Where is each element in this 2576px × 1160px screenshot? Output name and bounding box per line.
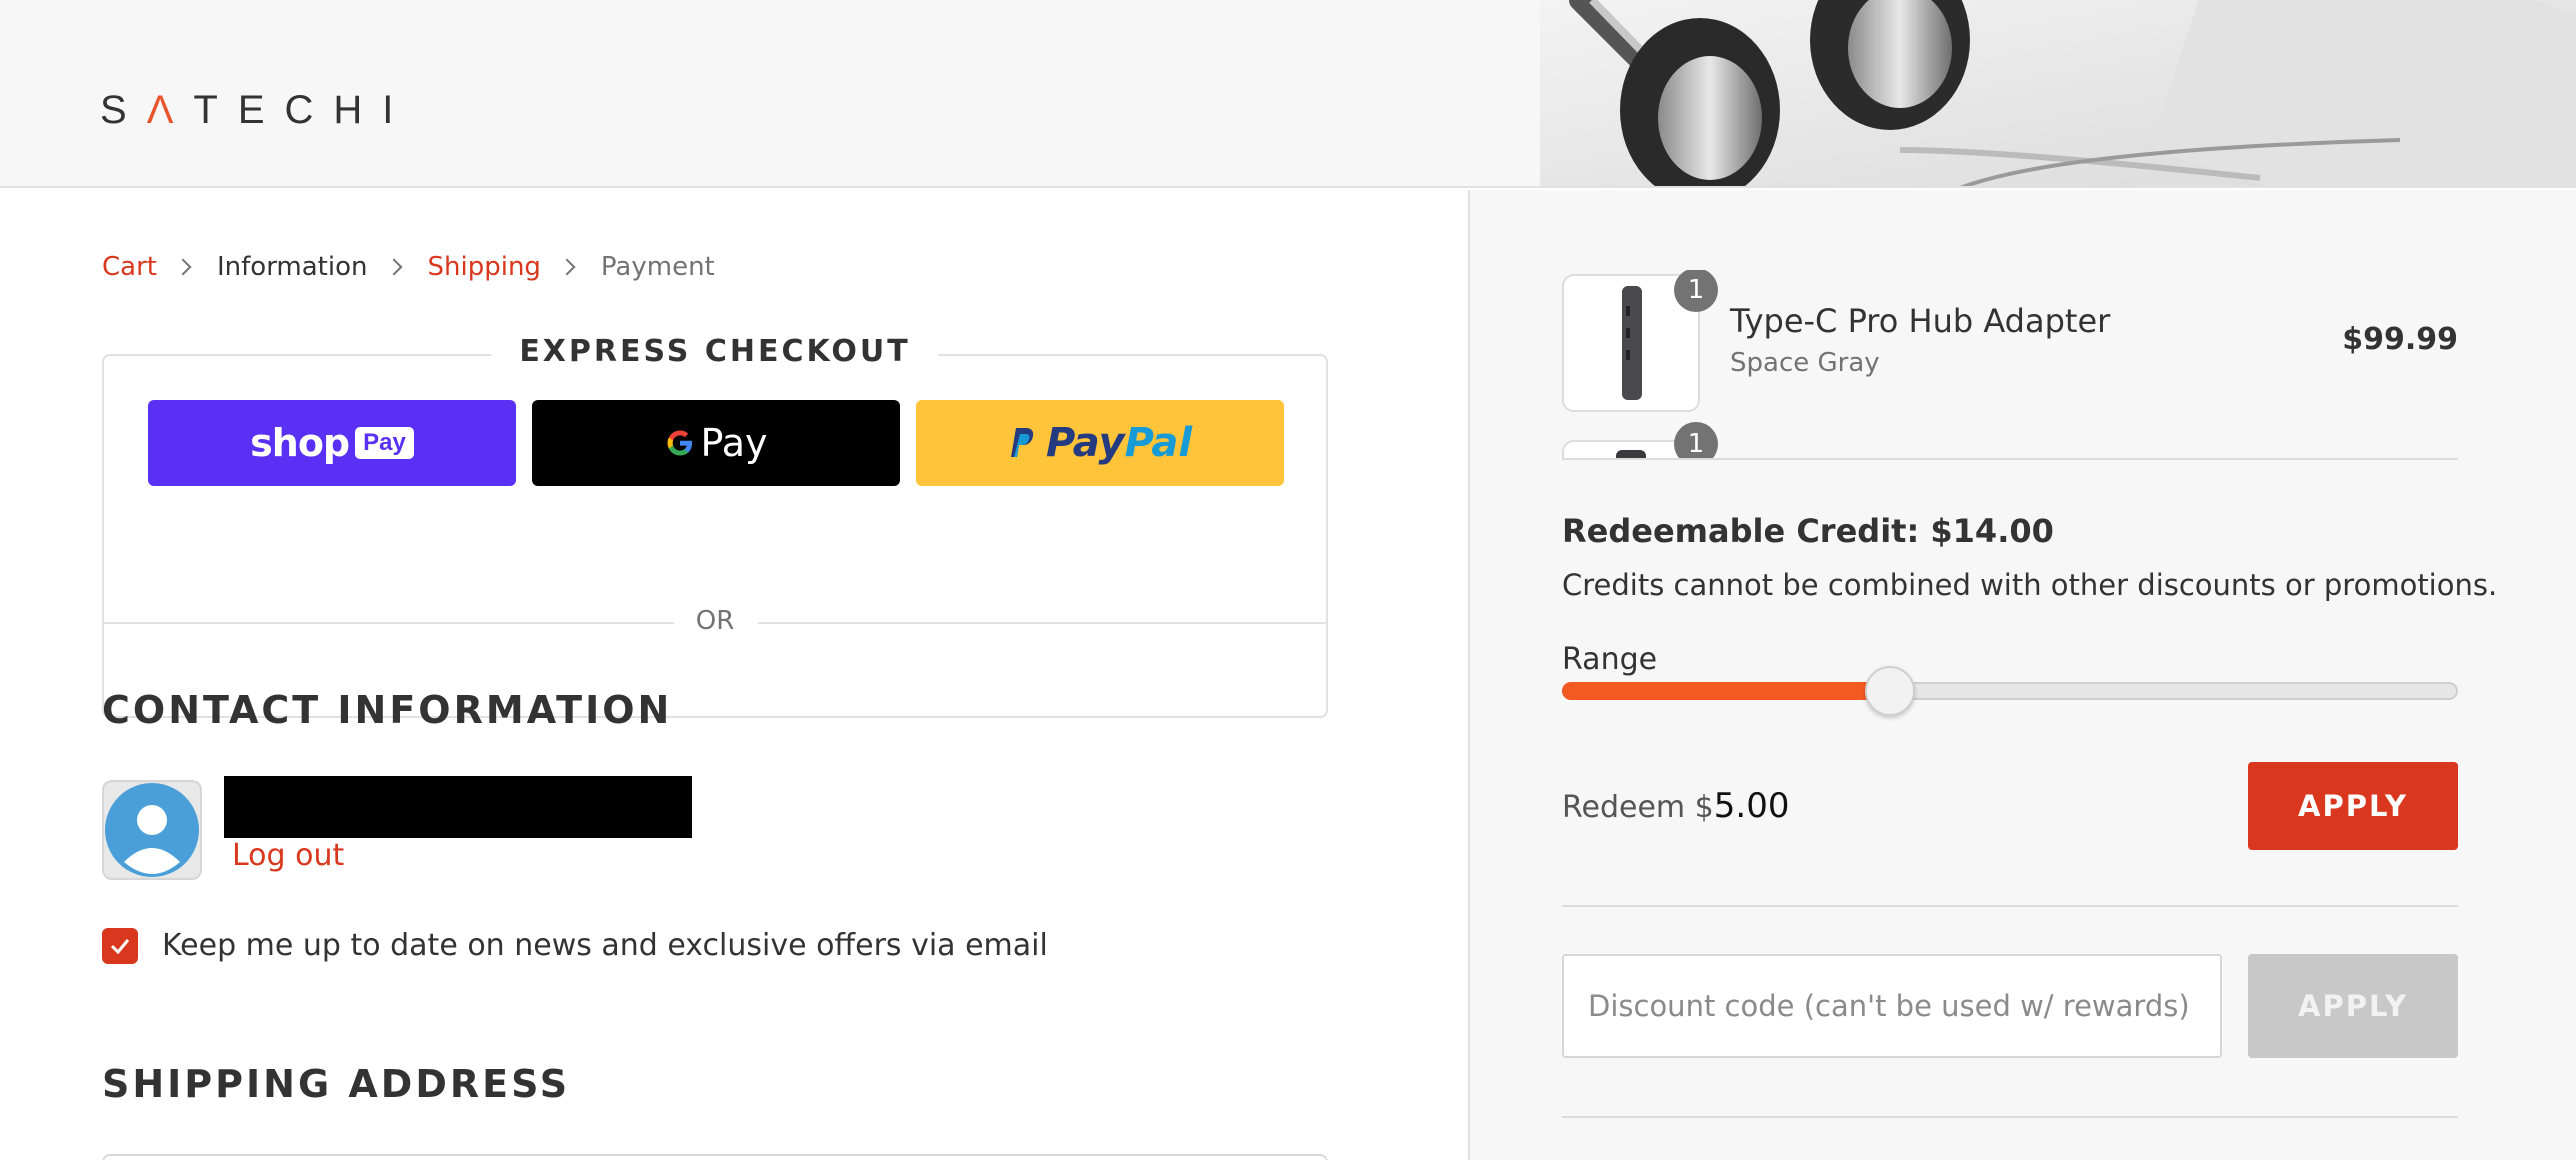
breadcrumb-shipping[interactable]: Shipping	[428, 252, 541, 282]
divider-line	[1562, 458, 2458, 460]
chevron-right-icon	[558, 258, 576, 276]
paypal-button[interactable]: PayPal	[916, 400, 1284, 486]
redeem-amount-display: Redeem $5.00	[1562, 786, 1789, 826]
logout-link[interactable]: Log out	[232, 838, 344, 873]
divider-line	[1562, 905, 2458, 907]
product-name: Type-C Pro Hub Adapter	[1730, 302, 2111, 340]
apply-discount-button[interactable]: APPLY	[2248, 954, 2458, 1058]
chevron-right-icon	[174, 258, 192, 276]
site-header: SΛTECHI	[0, 0, 2576, 188]
product-price: $99.99	[2342, 322, 2458, 357]
header-hero-image	[1540, 0, 2576, 186]
express-checkout-box: EXPRESS CHECKOUT shop Pay Pay PayPal	[102, 334, 1328, 718]
redeem-amount: 5.00	[1713, 786, 1790, 826]
google-pay-label: Pay	[700, 421, 768, 465]
shop-pay-label: shop	[250, 421, 350, 465]
chevron-right-icon	[385, 258, 402, 276]
checkmark-icon	[110, 939, 130, 955]
breadcrumb-payment: Payment	[600, 252, 715, 282]
newsletter-checkbox[interactable]	[102, 928, 138, 964]
breadcrumb-cart[interactable]: Cart	[102, 252, 157, 282]
shipping-field-top[interactable]	[102, 1154, 1328, 1160]
paypal-label: PayPal	[1045, 420, 1193, 466]
or-divider: OR	[102, 604, 1328, 644]
newsletter-label[interactable]: Keep me up to date on news and exclusive…	[162, 928, 1048, 963]
apply-credit-button[interactable]: APPLY	[2248, 762, 2458, 850]
redeemable-credit-label: Redeemable Credit: $14.00	[1562, 512, 2054, 550]
range-label: Range	[1562, 642, 1658, 677]
satechi-logo[interactable]: SΛTECHI	[100, 88, 413, 133]
order-items-list: 1 1	[1562, 270, 2458, 460]
or-text: OR	[695, 606, 735, 636]
divider-line	[1562, 1116, 2458, 1118]
breadcrumb-information: Information	[216, 252, 368, 282]
google-pay-button[interactable]: Pay	[532, 400, 900, 486]
redeem-prefix: Redeem $	[1562, 790, 1714, 825]
paypal-p-icon	[1010, 428, 1034, 457]
redacted-user-info	[224, 776, 692, 838]
express-checkout-title: EXPRESS CHECKOUT	[491, 334, 939, 369]
shipping-address-title: SHIPPING ADDRESS	[102, 1062, 571, 1106]
quantity-badge: 1	[1674, 270, 1718, 312]
credit-note: Credits cannot be combined with other di…	[1562, 568, 2498, 602]
discount-code-input[interactable]	[1562, 954, 2222, 1058]
product-variant: Space Gray	[1730, 348, 1880, 378]
user-avatar-icon	[102, 780, 202, 880]
shop-pay-badge: Pay	[355, 427, 414, 459]
checkout-main: Cart Information Shipping Payment EXPRES…	[0, 190, 1468, 1160]
google-g-icon	[667, 430, 692, 456]
range-fill	[1562, 682, 1891, 700]
redeem-range-slider[interactable]	[1562, 666, 2458, 716]
breadcrumb: Cart Information Shipping Payment	[102, 252, 715, 282]
contact-information-title: CONTACT INFORMATION	[102, 688, 673, 732]
quantity-badge: 1	[1674, 422, 1718, 460]
shop-pay-button[interactable]: shop Pay	[148, 400, 516, 486]
